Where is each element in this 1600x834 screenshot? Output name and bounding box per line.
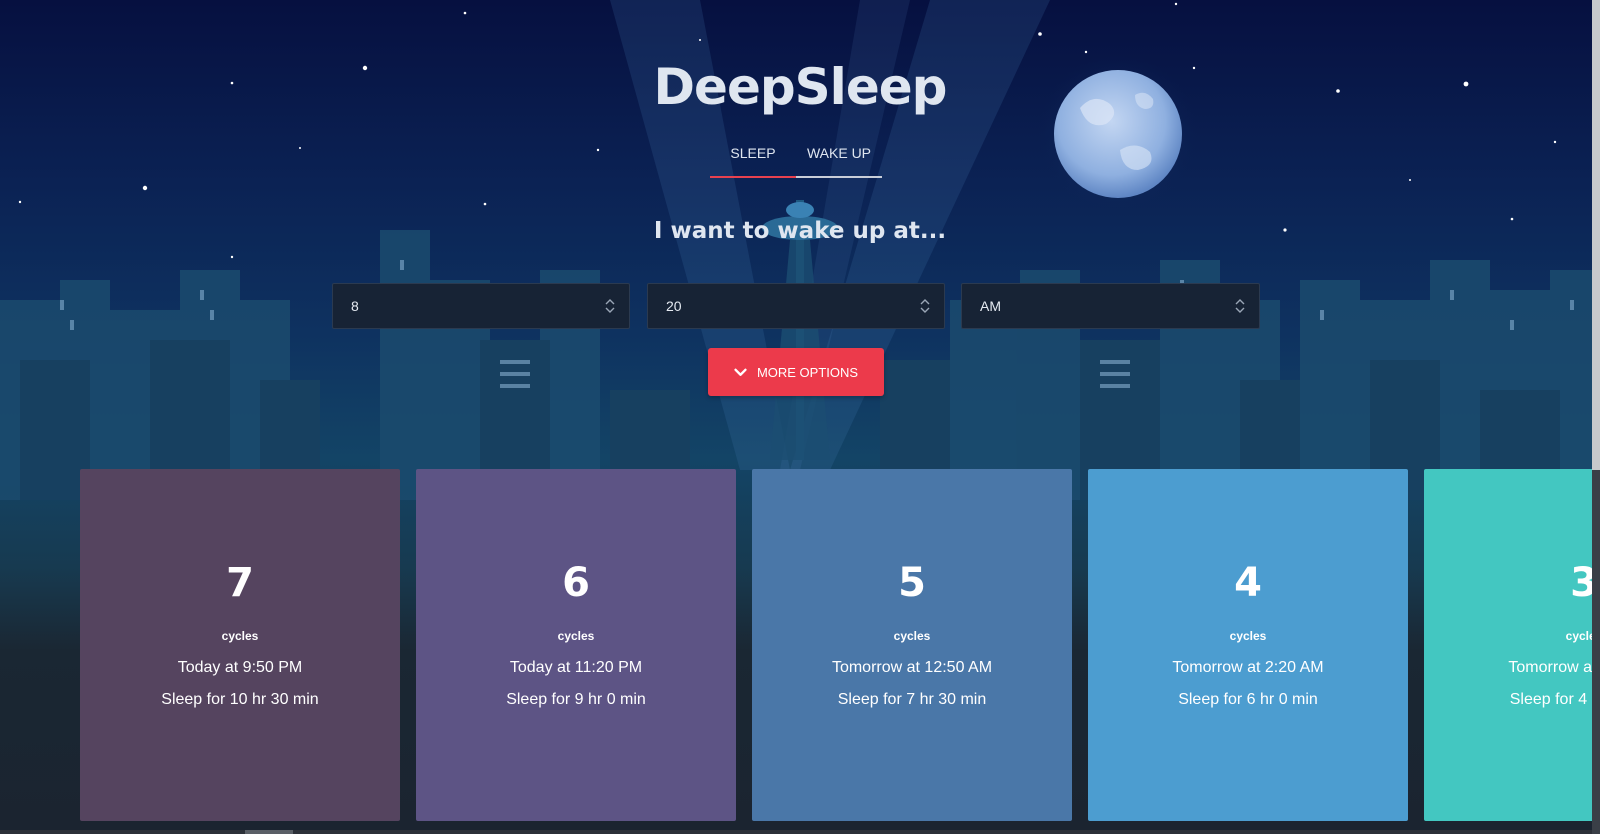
tab-sleep[interactable]: SLEEP xyxy=(710,138,796,178)
vertical-scrollbar[interactable] xyxy=(1592,0,1600,834)
select-arrows-icon xyxy=(920,299,930,313)
select-arrows-icon xyxy=(1235,299,1245,313)
vertical-scrollbar-thumb[interactable] xyxy=(1592,0,1600,470)
wake-up-prompt: I want to wake up at... xyxy=(653,218,947,244)
more-options-button[interactable]: MORE OPTIONS xyxy=(708,348,884,396)
cycle-unit: cycles xyxy=(893,629,931,643)
bedtime-text: Tomorrow at 12:50 AM xyxy=(831,659,993,676)
more-options-label: MORE OPTIONS xyxy=(756,364,859,380)
cycle-unit: cycles xyxy=(1229,629,1267,643)
sleep-duration: Sleep for 6 hr 0 min xyxy=(1178,691,1318,708)
bedtime-text: Tomorrow at 3:50 AM xyxy=(1508,659,1600,676)
cycle-card[interactable]: 6 cycles Today at 11:20 PM Sleep for 9 h… xyxy=(416,469,736,821)
minute-select[interactable]: 20 xyxy=(647,283,945,329)
bedtime-text: Today at 11:20 PM xyxy=(509,659,643,676)
cycle-unit: cycles xyxy=(557,629,595,643)
hour-value: 8 xyxy=(351,298,359,314)
horizontal-scrollbar[interactable] xyxy=(0,830,1592,834)
app-viewport: DeepSleep SLEEP WAKE UP I want to wake u… xyxy=(0,0,1600,834)
sleep-duration: Sleep for 10 hr 30 min xyxy=(161,691,319,708)
app-title: DeepSleep xyxy=(653,58,948,116)
cycle-unit: cycles xyxy=(1565,629,1600,643)
bedtime-text: Today at 9:50 PM xyxy=(177,659,303,676)
mode-tabs: SLEEP WAKE UP xyxy=(710,138,882,178)
cycle-count: 5 xyxy=(898,560,926,606)
sleep-duration: Sleep for 7 hr 30 min xyxy=(837,691,987,708)
cycle-count: 3 xyxy=(1570,560,1598,606)
cycle-card[interactable]: 4 cycles Tomorrow at 2:20 AM Sleep for 6… xyxy=(1088,469,1408,821)
sleep-duration: Sleep for 4 hr 30 min xyxy=(1509,691,1600,708)
bedtime-text: Tomorrow at 2:20 AM xyxy=(1172,659,1324,676)
cycle-card[interactable]: 7 cycles Today at 9:50 PM Sleep for 10 h… xyxy=(80,469,400,821)
cycle-count: 6 xyxy=(562,560,590,606)
cycle-count: 4 xyxy=(1234,560,1262,606)
sleep-duration: Sleep for 9 hr 0 min xyxy=(506,691,646,708)
meridiem-select[interactable]: AM xyxy=(961,283,1260,329)
select-arrows-icon xyxy=(605,299,615,313)
cycle-unit: cycles xyxy=(221,629,259,643)
cycle-count: 7 xyxy=(226,560,254,606)
chevron-down-icon xyxy=(734,368,747,376)
minute-value: 20 xyxy=(666,298,682,314)
cycle-card[interactable]: 5 cycles Tomorrow at 12:50 AM Sleep for … xyxy=(752,469,1072,821)
tab-wake-up[interactable]: WAKE UP xyxy=(796,138,882,176)
cycle-card[interactable]: 3 cycles Tomorrow at 3:50 AM Sleep for 4… xyxy=(1424,469,1600,821)
sleep-cycle-cards: 7 cycles Today at 9:50 PM Sleep for 10 h… xyxy=(80,469,1600,821)
meridiem-value: AM xyxy=(980,298,1001,314)
horizontal-scrollbar-thumb[interactable] xyxy=(245,830,293,834)
hour-select[interactable]: 8 xyxy=(332,283,630,329)
